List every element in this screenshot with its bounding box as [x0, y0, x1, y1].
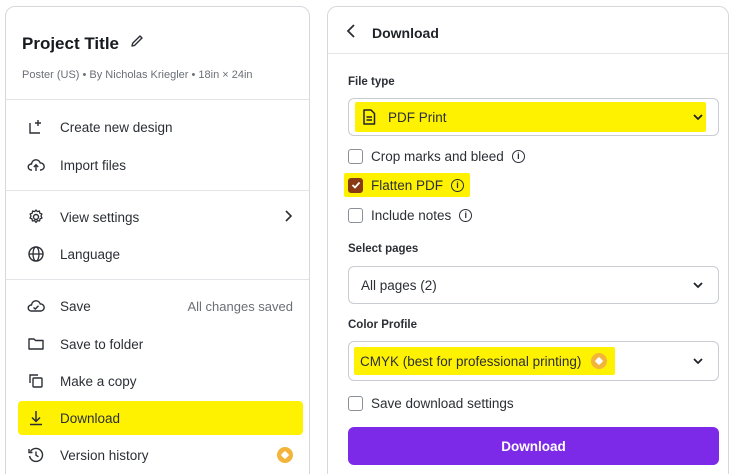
import-files-item[interactable]: Import files: [18, 148, 303, 182]
cloud-upload-icon: [26, 155, 46, 175]
file-menu-panel: Project Title Poster (US) • By Nicholas …: [5, 6, 310, 474]
view-settings-item[interactable]: View settings: [18, 200, 303, 234]
pages-value: All pages (2): [361, 277, 437, 293]
menu-label: Save to folder: [60, 336, 144, 352]
include-notes-row[interactable]: Include notes i: [348, 204, 473, 226]
flatten-pdf-row[interactable]: Flatten PDF i: [344, 173, 471, 197]
version-history-item[interactable]: Version history: [18, 438, 303, 472]
info-icon[interactable]: i: [451, 178, 465, 192]
back-arrow-icon[interactable]: [346, 23, 356, 42]
crown-icon: [591, 353, 608, 369]
download-header: Download: [346, 23, 439, 42]
save-to-folder-item[interactable]: Save to folder: [18, 327, 303, 361]
color-profile-label: Color Profile: [348, 319, 418, 331]
divider: [6, 99, 309, 100]
document-icon: [362, 109, 376, 125]
folder-icon: [26, 334, 46, 354]
save-item[interactable]: Save All changes saved: [18, 289, 303, 323]
download-button[interactable]: Download: [348, 427, 719, 465]
crown-icon: [277, 447, 293, 463]
make-a-copy-item[interactable]: Make a copy: [18, 364, 303, 398]
save-status: All changes saved: [187, 298, 293, 314]
language-item[interactable]: Language: [18, 237, 303, 271]
file-type-select[interactable]: PDF Print: [348, 98, 719, 136]
pages-select[interactable]: All pages (2): [348, 266, 719, 304]
download-icon: [26, 408, 46, 428]
menu-label: Save: [60, 298, 91, 314]
file-type-label: File type: [348, 76, 395, 88]
include-notes-checkbox[interactable]: [348, 207, 363, 223]
flatten-pdf-label: Flatten PDF: [371, 177, 444, 193]
menu-label: Version history: [60, 447, 149, 463]
color-profile-value: CMYK (best for professional printing): [360, 353, 582, 369]
chevron-down-icon: [693, 114, 703, 121]
select-pages-label: Select pages: [348, 243, 419, 255]
info-icon[interactable]: i: [511, 149, 525, 163]
download-title: Download: [372, 24, 439, 41]
save-settings-label: Save download settings: [371, 395, 514, 411]
download-panel: Download File type PDF Print Crop marks …: [327, 6, 729, 474]
file-type-value: PDF Print: [388, 109, 447, 125]
info-icon[interactable]: i: [459, 208, 473, 222]
chevron-down-icon: [693, 358, 703, 365]
project-title[interactable]: Project Title: [22, 34, 119, 54]
chevron-right-icon: [283, 209, 293, 225]
divider: [6, 190, 309, 191]
copy-icon: [26, 371, 46, 391]
save-settings-checkbox[interactable]: [348, 395, 363, 411]
project-header: Project Title: [22, 33, 145, 54]
globe-icon: [26, 244, 46, 264]
crop-marks-label: Crop marks and bleed: [371, 148, 504, 164]
cloud-check-icon: [26, 296, 46, 316]
crop-marks-row[interactable]: Crop marks and bleed i: [348, 145, 525, 167]
chevron-down-icon: [693, 282, 703, 289]
divider: [6, 279, 309, 280]
menu-label: Import files: [60, 157, 127, 173]
crop-marks-checkbox[interactable]: [348, 148, 363, 164]
create-new-design-item[interactable]: Create new design: [18, 110, 303, 144]
plus-square-icon: [26, 117, 46, 137]
gear-icon: [26, 207, 46, 227]
color-profile-select[interactable]: CMYK (best for professional printing): [348, 341, 719, 381]
project-subtitle: Poster (US) • By Nicholas Kriegler • 18i…: [22, 69, 253, 81]
pencil-icon[interactable]: [129, 33, 145, 54]
menu-label: Make a copy: [60, 373, 137, 389]
save-settings-row[interactable]: Save download settings: [348, 392, 514, 414]
menu-label: Create new design: [60, 119, 173, 135]
download-item[interactable]: Download: [18, 401, 303, 435]
history-icon: [26, 445, 46, 465]
menu-label: View settings: [60, 209, 140, 225]
flatten-pdf-checkbox[interactable]: [348, 177, 363, 193]
color-profile-highlight: CMYK (best for professional printing): [354, 347, 616, 375]
include-notes-label: Include notes: [371, 207, 452, 223]
file-type-highlight: PDF Print: [355, 102, 706, 132]
menu-label: Language: [60, 246, 121, 262]
menu-label: Download: [60, 410, 121, 426]
divider: [328, 53, 728, 54]
